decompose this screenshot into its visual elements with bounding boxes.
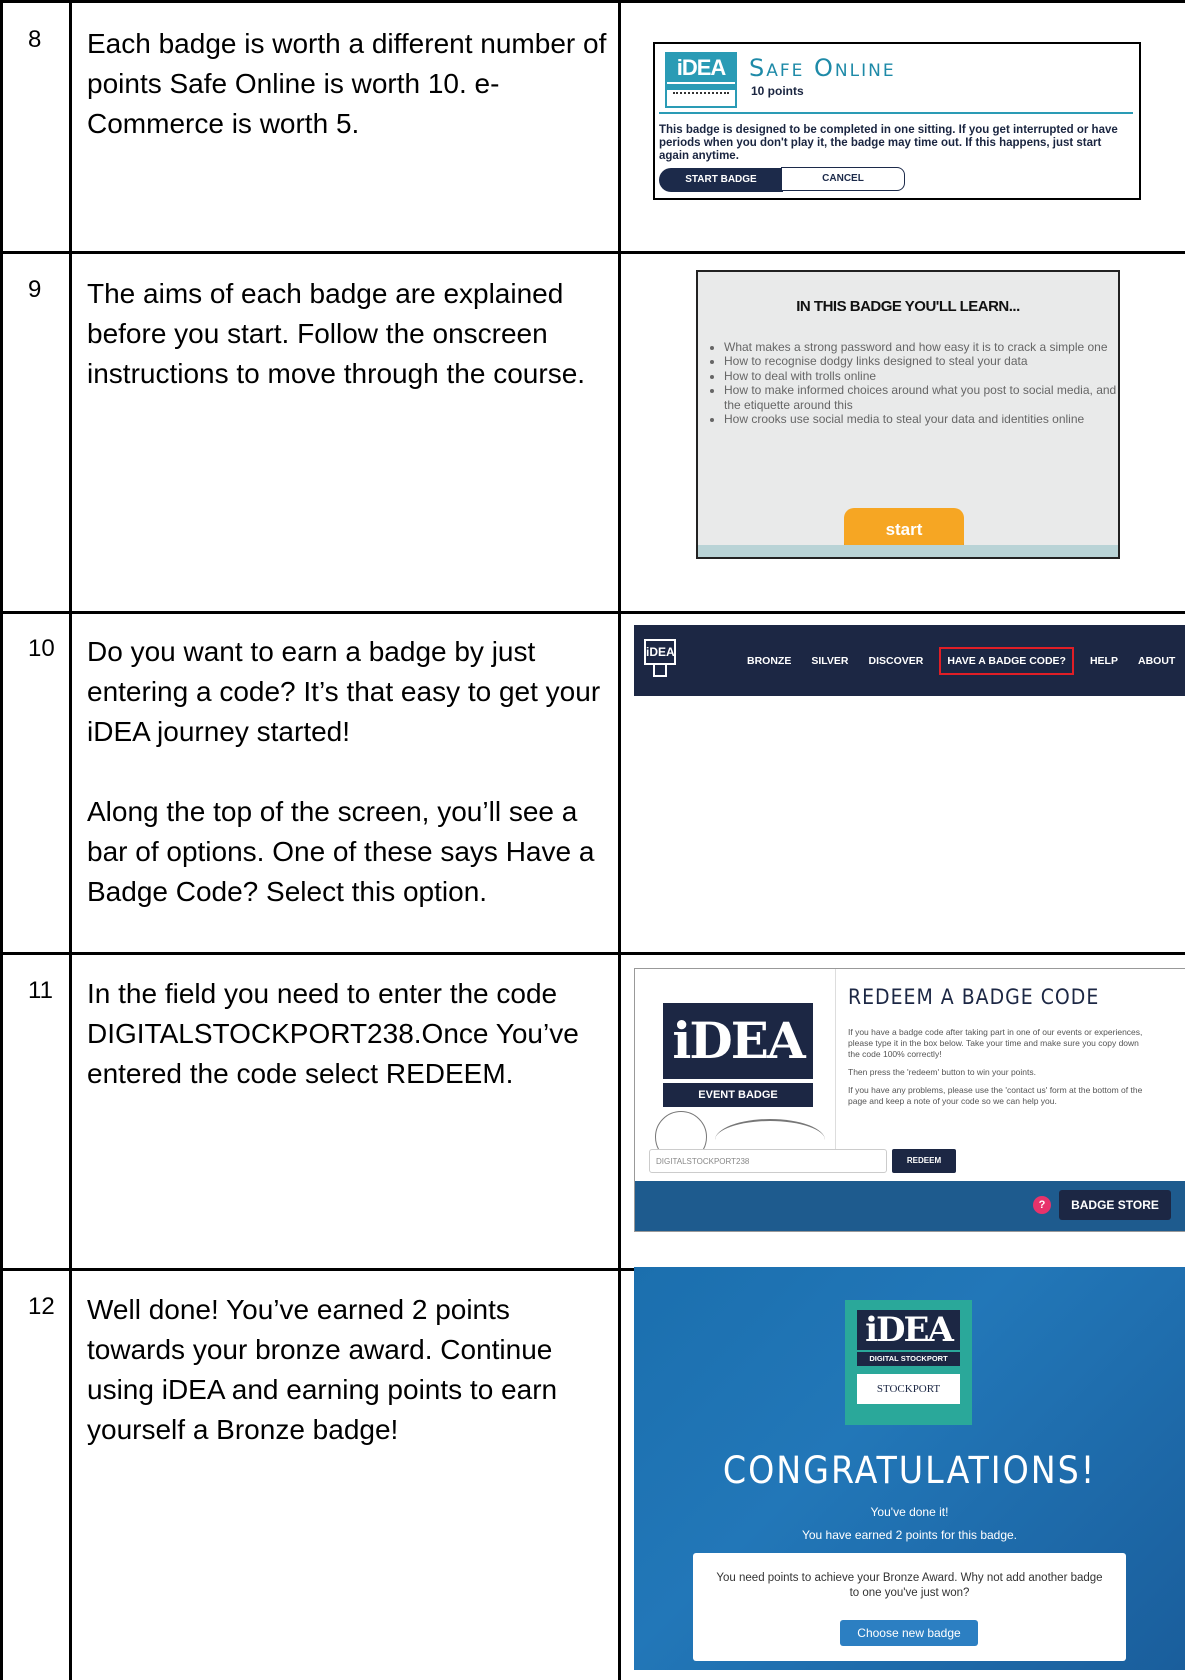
instruction-text-2: Along the top of the screen, you’ll see … <box>87 796 595 907</box>
cancel-button[interactable]: CANCEL <box>781 167 905 191</box>
logo-scene-icon <box>673 92 729 104</box>
row-number: 8 <box>28 26 42 53</box>
redeem-paragraph: If you have a badge code after taking pa… <box>848 1027 1143 1059</box>
logo-subtitle: DIGITAL STOCKPORT <box>857 1352 960 1366</box>
footer-bar: ? BADGE STORE <box>635 1181 1185 1231</box>
start-badge-button[interactable]: START BADGE <box>659 168 783 192</box>
instruction-text: In the field you need to enter the code … <box>87 978 579 1089</box>
list-item: How to recognise dodgy links designed to… <box>724 354 1118 368</box>
nav-menu: BRONZE SILVER DISCOVER HAVE A BADGE CODE… <box>737 625 1185 696</box>
nav-item-discover[interactable]: DISCOVER <box>859 655 934 667</box>
instruction-text: Do you want to earn a badge by just ente… <box>87 636 601 747</box>
row-instruction: The aims of each badge are explained bef… <box>87 274 607 394</box>
redeem-title: REDEEM A BADGE CODE <box>848 985 1100 1009</box>
row-divider <box>0 952 1185 955</box>
learn-heading: IN THIS BADGE YOU'LL LEARN... <box>796 298 1020 315</box>
choose-new-badge-button[interactable]: Choose new badge <box>840 1620 978 1646</box>
row-instruction: Well done! You’ve earned 2 points toward… <box>87 1290 607 1450</box>
badge-points: 10 points <box>751 84 804 98</box>
row-number: 10 <box>28 635 55 662</box>
card-text: You need points to achieve your Bronze A… <box>716 1572 1103 1599</box>
idea-logo: iDEA <box>665 52 737 108</box>
event-badge-art: iDEA EVENT BADGE <box>635 969 835 1167</box>
idea-logo: iDEA <box>663 1003 813 1079</box>
instruction-text: Well done! You’ve earned 2 points toward… <box>87 1294 558 1445</box>
row-instruction: Do you want to earn a badge by just ente… <box>87 632 607 912</box>
nav-item-have-a-badge-code[interactable]: HAVE A BADGE CODE? <box>939 646 1074 675</box>
row-divider <box>0 251 1185 254</box>
row-instruction: In the field you need to enter the code … <box>87 974 607 1094</box>
logo-text: iDEA <box>667 54 735 82</box>
logo-band <box>667 84 735 90</box>
help-icon[interactable]: ? <box>1033 1196 1051 1214</box>
nav-item-silver[interactable]: SILVER <box>801 655 858 667</box>
done-message: You've done it! <box>870 1505 949 1519</box>
badge-title: Safe Online <box>749 54 896 82</box>
row-number: 9 <box>28 276 42 303</box>
badge-aims-screenshot: IN THIS BADGE YOU'LL LEARN... What makes… <box>696 270 1120 559</box>
instruction-text: The aims of each badge are explained bef… <box>87 278 586 389</box>
points-message: You have earned 2 points for this badge. <box>801 1528 1018 1542</box>
idea-logo[interactable]: iDEA <box>644 639 676 665</box>
badge-description: This badge is designed to be completed i… <box>659 112 1133 163</box>
footer-band <box>698 545 1118 557</box>
nav-item-bronze[interactable]: BRONZE <box>737 655 801 667</box>
council-logo: STOCKPORT <box>857 1374 960 1404</box>
list-item: How to deal with trolls online <box>724 369 1118 383</box>
row-number: 11 <box>28 977 53 1004</box>
next-step-card: You need points to achieve your Bronze A… <box>693 1553 1126 1661</box>
nav-item-help[interactable]: HELP <box>1080 655 1128 667</box>
list-item: What makes a strong password and how eas… <box>724 340 1118 354</box>
redeem-code-screenshot: iDEA EVENT BADGE REDEEM A BADGE CODE If … <box>634 968 1185 1232</box>
nav-item-about[interactable]: ABOUT <box>1128 655 1185 667</box>
table-border-top <box>0 0 1185 3</box>
badge-store-button[interactable]: BADGE STORE <box>1059 1190 1171 1220</box>
redeem-paragraph: Then press the 'redeem' button to win yo… <box>848 1067 1036 1077</box>
safe-online-badge-screenshot: iDEA Safe Online 10 points This badge is… <box>653 42 1141 200</box>
logo-tail-icon <box>653 665 667 677</box>
logo-text: iDEA <box>857 1310 960 1350</box>
instruction-text: Each badge is worth a different number o… <box>87 28 607 139</box>
congratulations-screenshot: iDEA DIGITAL STOCKPORT STOCKPORT CONGRAT… <box>634 1267 1185 1670</box>
navigation-bar-screenshot: iDEA BRONZE SILVER DISCOVER HAVE A BADGE… <box>634 625 1185 696</box>
row-divider <box>0 611 1185 614</box>
row-number: 12 <box>28 1293 55 1320</box>
list-item: How to make informed choices around what… <box>724 383 1118 412</box>
congratulations-heading: CONGRATULATIONS! <box>722 1449 1097 1492</box>
redeem-panel: REDEEM A BADGE CODE If you have a badge … <box>835 969 1185 1167</box>
row-instruction: Each badge is worth a different number o… <box>87 24 607 144</box>
learn-list: What makes a strong password and how eas… <box>706 340 1118 426</box>
redeem-paragraph: If you have any problems, please use the… <box>848 1085 1143 1106</box>
badge-code-input[interactable]: DIGITALSTOCKPORT238 <box>649 1149 887 1173</box>
digital-stockport-logo: iDEA DIGITAL STOCKPORT STOCKPORT <box>845 1300 972 1425</box>
list-item: How crooks use social media to steal you… <box>724 412 1118 426</box>
event-badge-label: EVENT BADGE <box>663 1083 813 1107</box>
redeem-button[interactable]: REDEEM <box>892 1149 956 1173</box>
